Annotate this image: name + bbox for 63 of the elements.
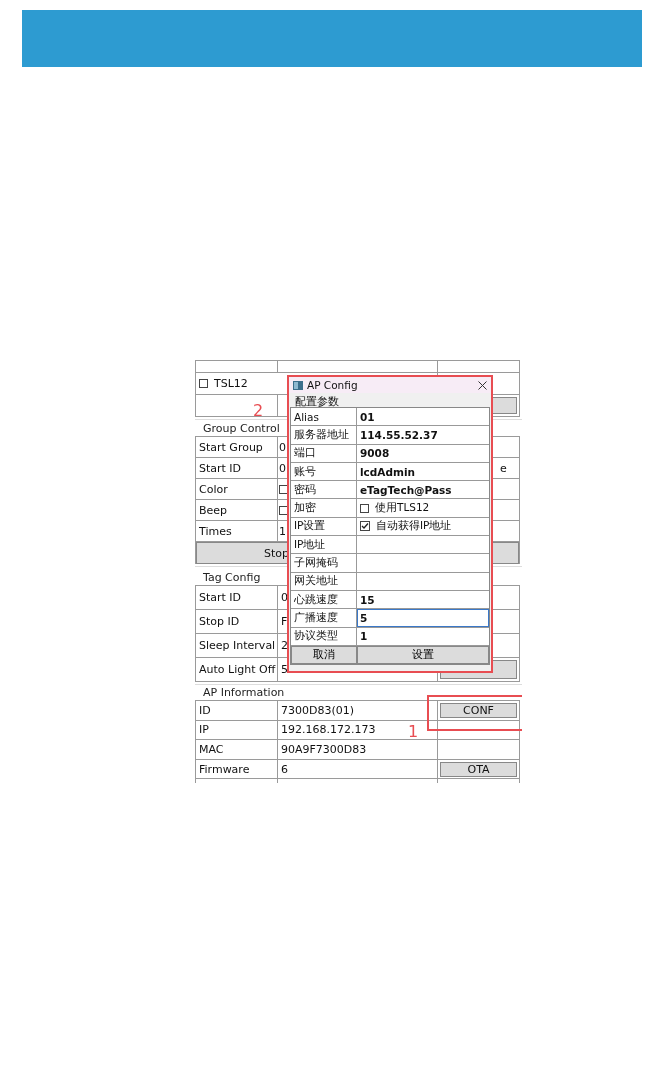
section-title: AP Information [203,686,285,699]
checkbox-label: 使用TLS12 [375,501,430,516]
annotation-number: 2 [253,403,264,419]
row-value: 192.168.172.173 [281,723,376,737]
row-label: Firmware [199,762,250,776]
field-label: 广播速度 [294,610,338,625]
row-value: e [499,461,507,475]
group-title: 配置参数 [295,395,339,407]
row-value: 1 [279,524,286,538]
field-label: 心跳速度 [294,592,338,607]
row-value: 0 [279,461,286,475]
row-label: Start ID [199,591,242,604]
input-field[interactable]: lcdAdmin [357,462,489,481]
row-value: 7300D83(01) [281,704,355,717]
field-label: 服务器地址 [294,427,349,442]
row-label: ID [199,704,211,717]
row-label: Start Group [199,440,263,454]
field-label: IP地址 [294,537,326,552]
window-icon [293,380,303,390]
input-field[interactable]: 5 [357,609,489,627]
input-field[interactable]: eTagTech@Pass [357,481,489,499]
row-value: 5 [281,663,288,676]
action-button[interactable]: OTA [440,761,517,777]
row-value: 90A9F7300D83 [281,742,367,756]
checkbox-label: 自动获得IP地址 [376,519,452,534]
row-label: Start ID [199,461,242,475]
row-label: Auto Light Off [199,663,276,676]
row-label: Times [199,524,232,538]
row-label: Beep [199,503,228,517]
row-value: 6 [281,762,288,776]
field-label: 子网掩码 [294,556,338,570]
input-field[interactable]: 15 [357,590,489,609]
field-label: 加密 [294,501,316,516]
row-label: IP [199,723,209,737]
dialog-title: AP Config [307,379,359,391]
row-value: 0 [279,440,286,454]
input-field[interactable]: 114.55.52.37 [357,426,489,444]
checkbox[interactable] [360,521,370,532]
field-label: 密码 [294,482,316,497]
input-field[interactable]: 01 [357,408,489,426]
section-title: Tag Config [203,571,261,584]
row-label: MAC [199,742,224,756]
checkbox-label: TSL12 [214,377,248,390]
annotation-number: 1 [408,724,419,740]
field-label: 协议类型 [294,629,338,644]
checkbox[interactable] [360,503,369,513]
close-icon[interactable] [478,380,487,390]
section-title: Group Control [203,422,280,435]
action-button[interactable]: CONF [440,703,517,718]
input-field[interactable]: 9008 [357,444,489,462]
checkbox[interactable] [199,379,208,388]
row-label: Sleep Interval [199,639,276,652]
row-label: Color [199,482,228,496]
row-value: 2 [281,639,288,652]
input-field[interactable]: 1 [357,627,489,645]
field-label: 端口 [294,446,316,461]
field-label: 网关地址 [294,574,338,589]
row-value: 0 [281,591,288,604]
row-label: Stop ID [199,615,240,628]
row-value: F [281,615,288,628]
field-label: IP设置 [294,519,326,534]
field-label: Alias [294,410,319,423]
field-label: 账号 [294,464,316,479]
